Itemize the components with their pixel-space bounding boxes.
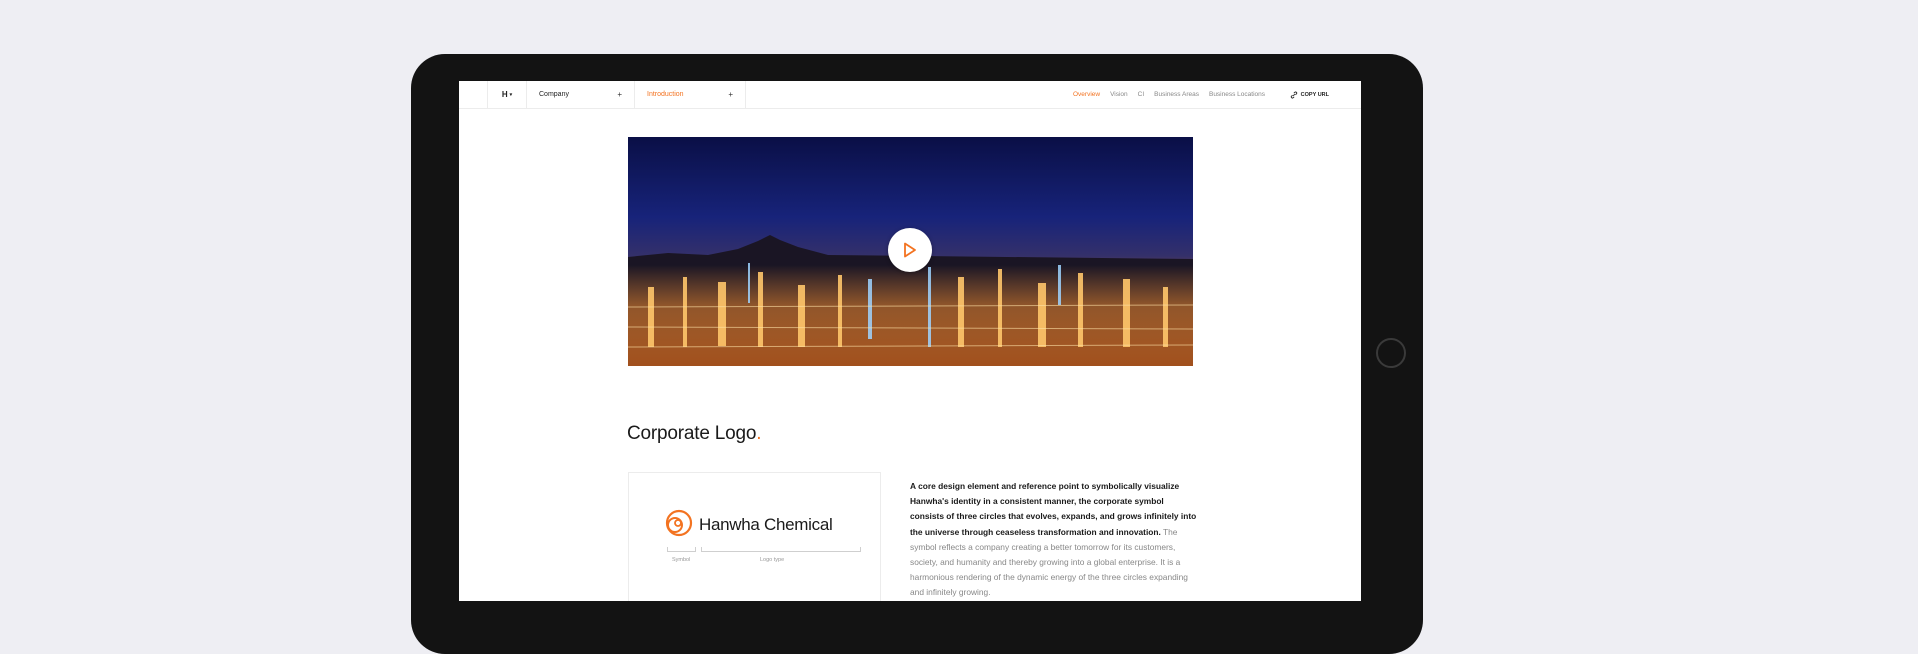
logotype-label: Logo type	[760, 557, 785, 563]
subnav-overview[interactable]: Overview	[1073, 91, 1100, 98]
subnav-ci[interactable]: CI	[1138, 91, 1145, 98]
guide-tick	[860, 547, 861, 552]
play-button[interactable]	[888, 228, 932, 272]
tablet-home-button	[1376, 338, 1406, 368]
section-title: Corporate Logo.	[627, 423, 762, 445]
logo-text: H	[501, 90, 508, 99]
plus-icon: +	[617, 90, 622, 99]
plus-icon: +	[728, 90, 733, 99]
home-logo[interactable]: H ▾	[487, 81, 527, 108]
company-dropdown-label: Company	[539, 91, 569, 98]
sub-navigation: Overview Vision CI Business Areas Busine…	[1073, 81, 1265, 108]
chevron-down-icon: ▾	[509, 91, 513, 98]
company-dropdown[interactable]: Company +	[527, 81, 635, 108]
guide-tick	[695, 547, 696, 552]
hero-video[interactable]	[628, 137, 1193, 366]
copy-url-button[interactable]: COPY URL	[1290, 81, 1329, 108]
section-title-dot: .	[756, 423, 762, 444]
logotype-guide-line	[701, 551, 861, 552]
guide-tick	[667, 547, 668, 552]
subnav-vision[interactable]: Vision	[1110, 91, 1128, 98]
hanwha-symbol-icon	[665, 509, 693, 537]
description-light: The symbol reflects a company creating a…	[910, 526, 1188, 598]
subnav-business-locations[interactable]: Business Locations	[1209, 91, 1265, 98]
description-strong: A core design element and reference poin…	[910, 481, 1197, 537]
logo-card: Hanwha Chemical Symbol Logo type	[628, 472, 881, 601]
subnav-business-areas[interactable]: Business Areas	[1154, 91, 1199, 98]
copy-url-label: COPY URL	[1300, 91, 1329, 98]
guide-tick	[701, 547, 702, 552]
symbol-guide-line	[667, 551, 695, 552]
introduction-dropdown[interactable]: Introduction +	[635, 81, 746, 108]
section-title-text: Corporate Logo	[627, 423, 757, 444]
play-icon	[904, 242, 916, 258]
top-navigation: H ▾ Company + Introduction + Overview Vi…	[459, 81, 1361, 109]
introduction-dropdown-label: Introduction	[647, 91, 684, 98]
logo-description: A core design element and reference poin…	[910, 479, 1200, 601]
tablet-screen: H ▾ Company + Introduction + Overview Vi…	[459, 81, 1361, 601]
link-icon	[1290, 91, 1297, 98]
symbol-label: Symbol	[672, 557, 691, 563]
brand-logotype: Hanwha Chemical	[699, 515, 833, 534]
